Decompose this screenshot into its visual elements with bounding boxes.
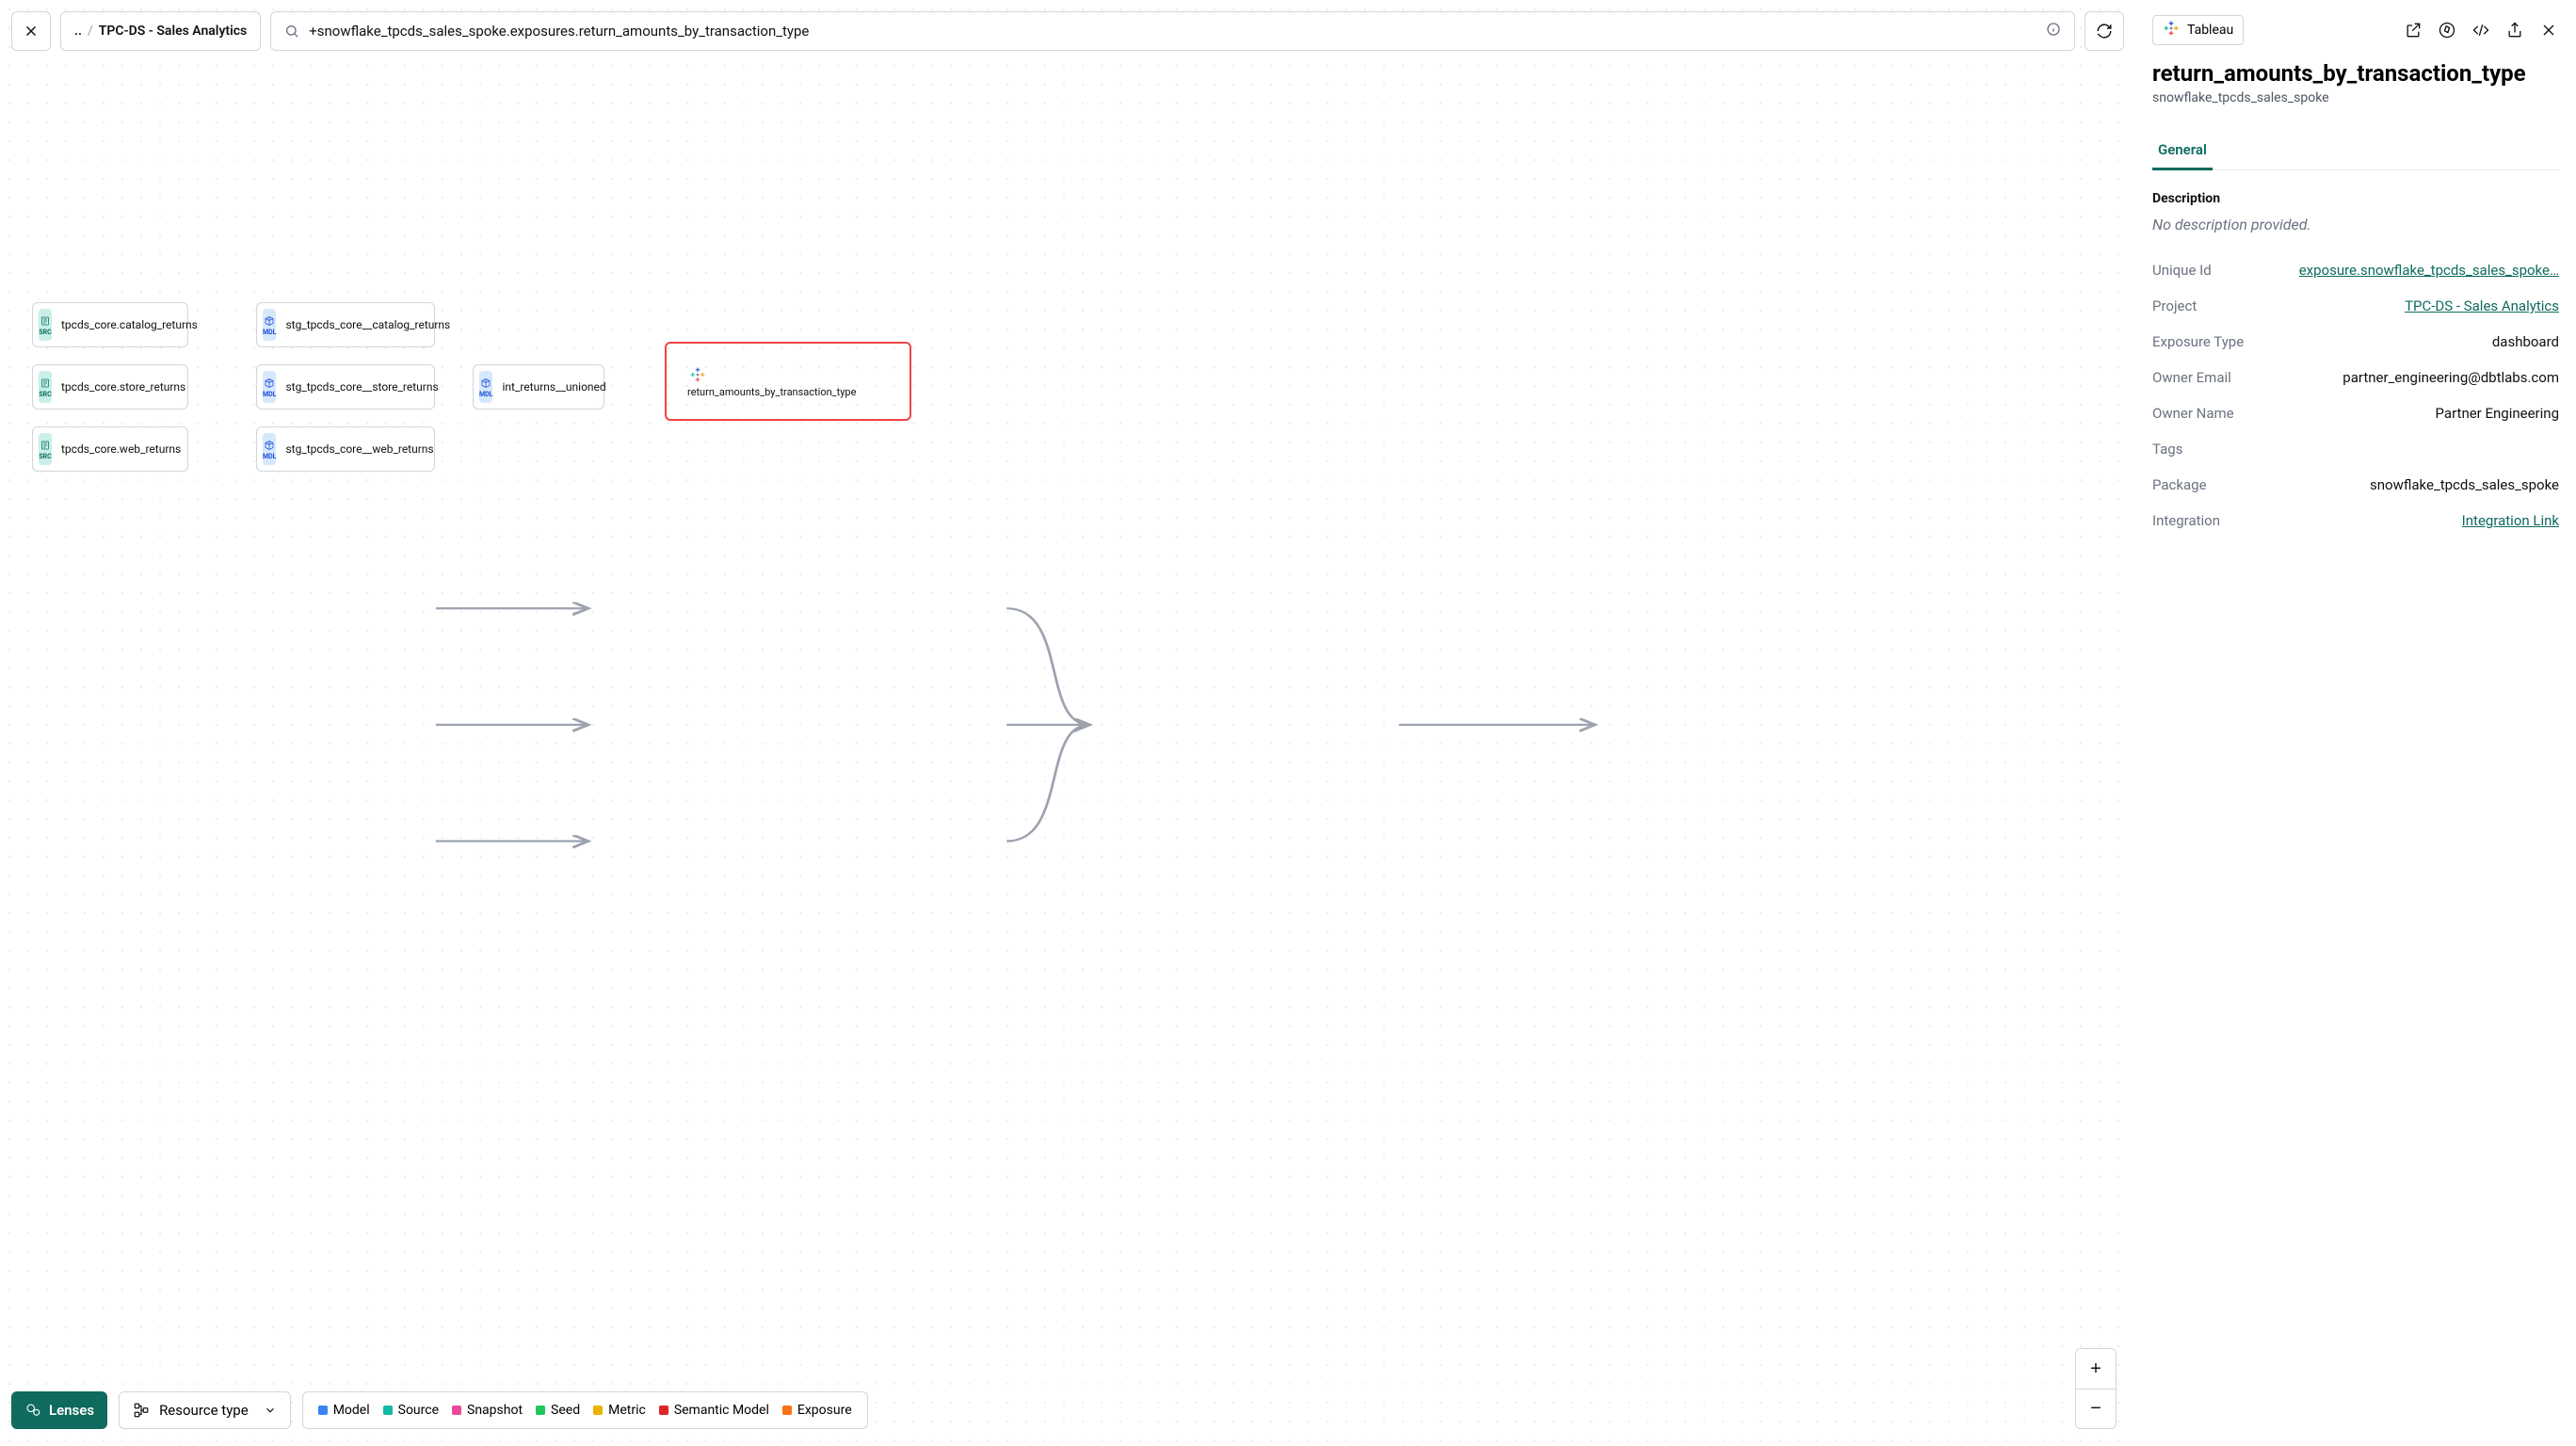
- resource-type-legend: Model Source Snapshot Seed Metric Semantic Mo…: [302, 1391, 868, 1429]
- unique-id-link[interactable]: exposure.snowflake_tpcds_sales_spoke…: [2299, 262, 2559, 279]
- close-icon: [23, 23, 40, 40]
- details-tabs: General: [2152, 132, 2559, 170]
- canvas-topbar: .. / TPC-DS - Sales Analytics +snowflake…: [11, 11, 2124, 51]
- node-label: tpcds_core.catalog_returns: [61, 318, 198, 331]
- integration-link[interactable]: Integration Link: [2462, 512, 2559, 529]
- legend-label: Seed: [551, 1403, 580, 1418]
- zoom-in-button[interactable]: +: [2076, 1349, 2116, 1389]
- kv-unique-id: Unique Id exposure.snowflake_tpcds_sales…: [2152, 252, 2559, 288]
- legend-item-snapshot: Snapshot: [452, 1403, 523, 1418]
- breadcrumb-separator: /: [88, 24, 93, 39]
- search-icon: [284, 24, 299, 39]
- details-title: return_amounts_by_transaction_type: [2152, 60, 2559, 87]
- source-badge: SRC: [39, 371, 52, 403]
- tab-general[interactable]: General: [2152, 132, 2213, 170]
- legend-swatch: [318, 1406, 328, 1415]
- details-panel: Tableau return_amounts_by_transaction_ty…: [2135, 0, 2576, 1446]
- breadcrumb-prefix: ..: [74, 24, 82, 39]
- kv-package: Package snowflake_tpcds_sales_spoke: [2152, 467, 2559, 503]
- model-badge: MDL: [263, 371, 276, 403]
- legend-label: Metric: [608, 1403, 646, 1418]
- legend-swatch: [536, 1406, 545, 1415]
- legend-swatch: [659, 1406, 668, 1415]
- breadcrumb-project: TPC-DS - Sales Analytics: [99, 24, 248, 39]
- resource-type-dropdown[interactable]: Resource type: [119, 1391, 291, 1429]
- tableau-icon: [687, 364, 708, 385]
- legend-label: Snapshot: [467, 1403, 523, 1418]
- node-label: return_amounts_by_transaction_type: [687, 386, 856, 398]
- project-link[interactable]: TPC-DS - Sales Analytics: [2405, 297, 2559, 314]
- node-model-int-unioned[interactable]: MDL int_returns__unioned: [473, 364, 604, 410]
- node-label: tpcds_core.store_returns: [61, 380, 185, 394]
- legend-label: Source: [398, 1403, 439, 1418]
- lenses-label: Lenses: [49, 1402, 94, 1419]
- kv-owner-email: Owner Email partner_engineering@dbtlabs.…: [2152, 360, 2559, 395]
- resource-type-label: Resource type: [159, 1402, 249, 1419]
- node-source-store-returns[interactable]: SRC tpcds_core.store_returns: [32, 364, 188, 410]
- kv-integration: Integration Integration Link: [2152, 503, 2559, 538]
- refresh-icon: [2096, 23, 2113, 40]
- legend-item-metric: Metric: [593, 1403, 646, 1418]
- search-info-icon[interactable]: [2046, 22, 2061, 40]
- refresh-button[interactable]: [2085, 11, 2124, 51]
- tableau-icon: [2163, 20, 2180, 40]
- legend-label: Model: [333, 1403, 370, 1418]
- source-badge: SRC: [39, 433, 52, 465]
- node-exposure-return-amounts[interactable]: return_amounts_by_transaction_type: [687, 364, 856, 398]
- legend-item-semantic-model: Semantic Model: [659, 1403, 769, 1418]
- chevron-down-icon: [264, 1404, 277, 1417]
- description-empty-text: No description provided.: [2152, 216, 2559, 233]
- lenses-button[interactable]: Lenses: [11, 1391, 107, 1429]
- legend-item-model: Model: [318, 1403, 370, 1418]
- model-badge: MDL: [263, 309, 276, 341]
- section-description-label: Description: [2152, 191, 2559, 206]
- zoom-controls: + −: [2075, 1348, 2117, 1429]
- node-label: stg_tpcds_core__catalog_returns: [285, 318, 450, 331]
- node-exposure-selected-frame: return_amounts_by_transaction_type: [665, 342, 911, 421]
- node-label: stg_tpcds_core__web_returns: [285, 442, 433, 456]
- legend-item-seed: Seed: [536, 1403, 580, 1418]
- integration-name: Tableau: [2187, 23, 2233, 38]
- canvas-bottombar: Lenses Resource type Model Source Snapshot…: [11, 1391, 2124, 1429]
- node-label: tpcds_core.web_returns: [61, 442, 181, 456]
- kv-tags: Tags: [2152, 431, 2559, 467]
- resource-type-icon: [133, 1402, 150, 1419]
- search-query-text: +snowflake_tpcds_sales_spoke.exposures.r…: [309, 23, 2037, 40]
- legend-item-source: Source: [383, 1403, 439, 1418]
- kv-project: Project TPC-DS - Sales Analytics: [2152, 288, 2559, 324]
- legend-swatch: [593, 1406, 603, 1415]
- source-badge: SRC: [39, 309, 52, 341]
- node-model-stg-catalog[interactable]: MDL stg_tpcds_core__catalog_returns: [256, 302, 435, 347]
- model-badge: MDL: [263, 433, 276, 465]
- close-panel-button[interactable]: [2538, 20, 2559, 40]
- node-source-catalog-returns[interactable]: SRC tpcds_core.catalog_returns: [32, 302, 188, 347]
- legend-label: Semantic Model: [674, 1403, 769, 1418]
- code-button[interactable]: [2471, 20, 2491, 40]
- node-label: int_returns__unioned: [502, 380, 605, 394]
- node-label: stg_tpcds_core__store_returns: [285, 380, 438, 394]
- node-model-stg-store[interactable]: MDL stg_tpcds_core__store_returns: [256, 364, 435, 410]
- zoom-out-button[interactable]: −: [2076, 1389, 2116, 1428]
- details-subtitle: snowflake_tpcds_sales_spoke: [2152, 90, 2559, 105]
- integration-pill[interactable]: Tableau: [2152, 15, 2244, 45]
- model-badge: MDL: [479, 371, 492, 403]
- node-source-web-returns[interactable]: SRC tpcds_core.web_returns: [32, 426, 188, 472]
- open-external-button[interactable]: [2403, 20, 2423, 40]
- lineage-canvas[interactable]: .. / TPC-DS - Sales Analytics +snowflake…: [0, 0, 2135, 1446]
- lineage-graph[interactable]: SRC tpcds_core.catalog_returns SRC tpcds…: [0, 0, 2135, 1446]
- lens-icon: [24, 1402, 41, 1419]
- kv-owner-name: Owner Name Partner Engineering: [2152, 395, 2559, 431]
- legend-swatch: [452, 1406, 461, 1415]
- breadcrumb[interactable]: .. / TPC-DS - Sales Analytics: [60, 11, 261, 51]
- close-canvas-button[interactable]: [11, 11, 51, 51]
- legend-item-exposure: Exposure: [782, 1403, 852, 1418]
- legend-swatch: [383, 1406, 393, 1415]
- legend-label: Exposure: [797, 1403, 852, 1418]
- lineage-search-input[interactable]: +snowflake_tpcds_sales_spoke.exposures.r…: [270, 11, 2075, 51]
- node-model-stg-web[interactable]: MDL stg_tpcds_core__web_returns: [256, 426, 435, 472]
- compass-button[interactable]: [2437, 20, 2457, 40]
- legend-swatch: [782, 1406, 792, 1415]
- share-button[interactable]: [2504, 20, 2525, 40]
- kv-exposure-type: Exposure Type dashboard: [2152, 324, 2559, 360]
